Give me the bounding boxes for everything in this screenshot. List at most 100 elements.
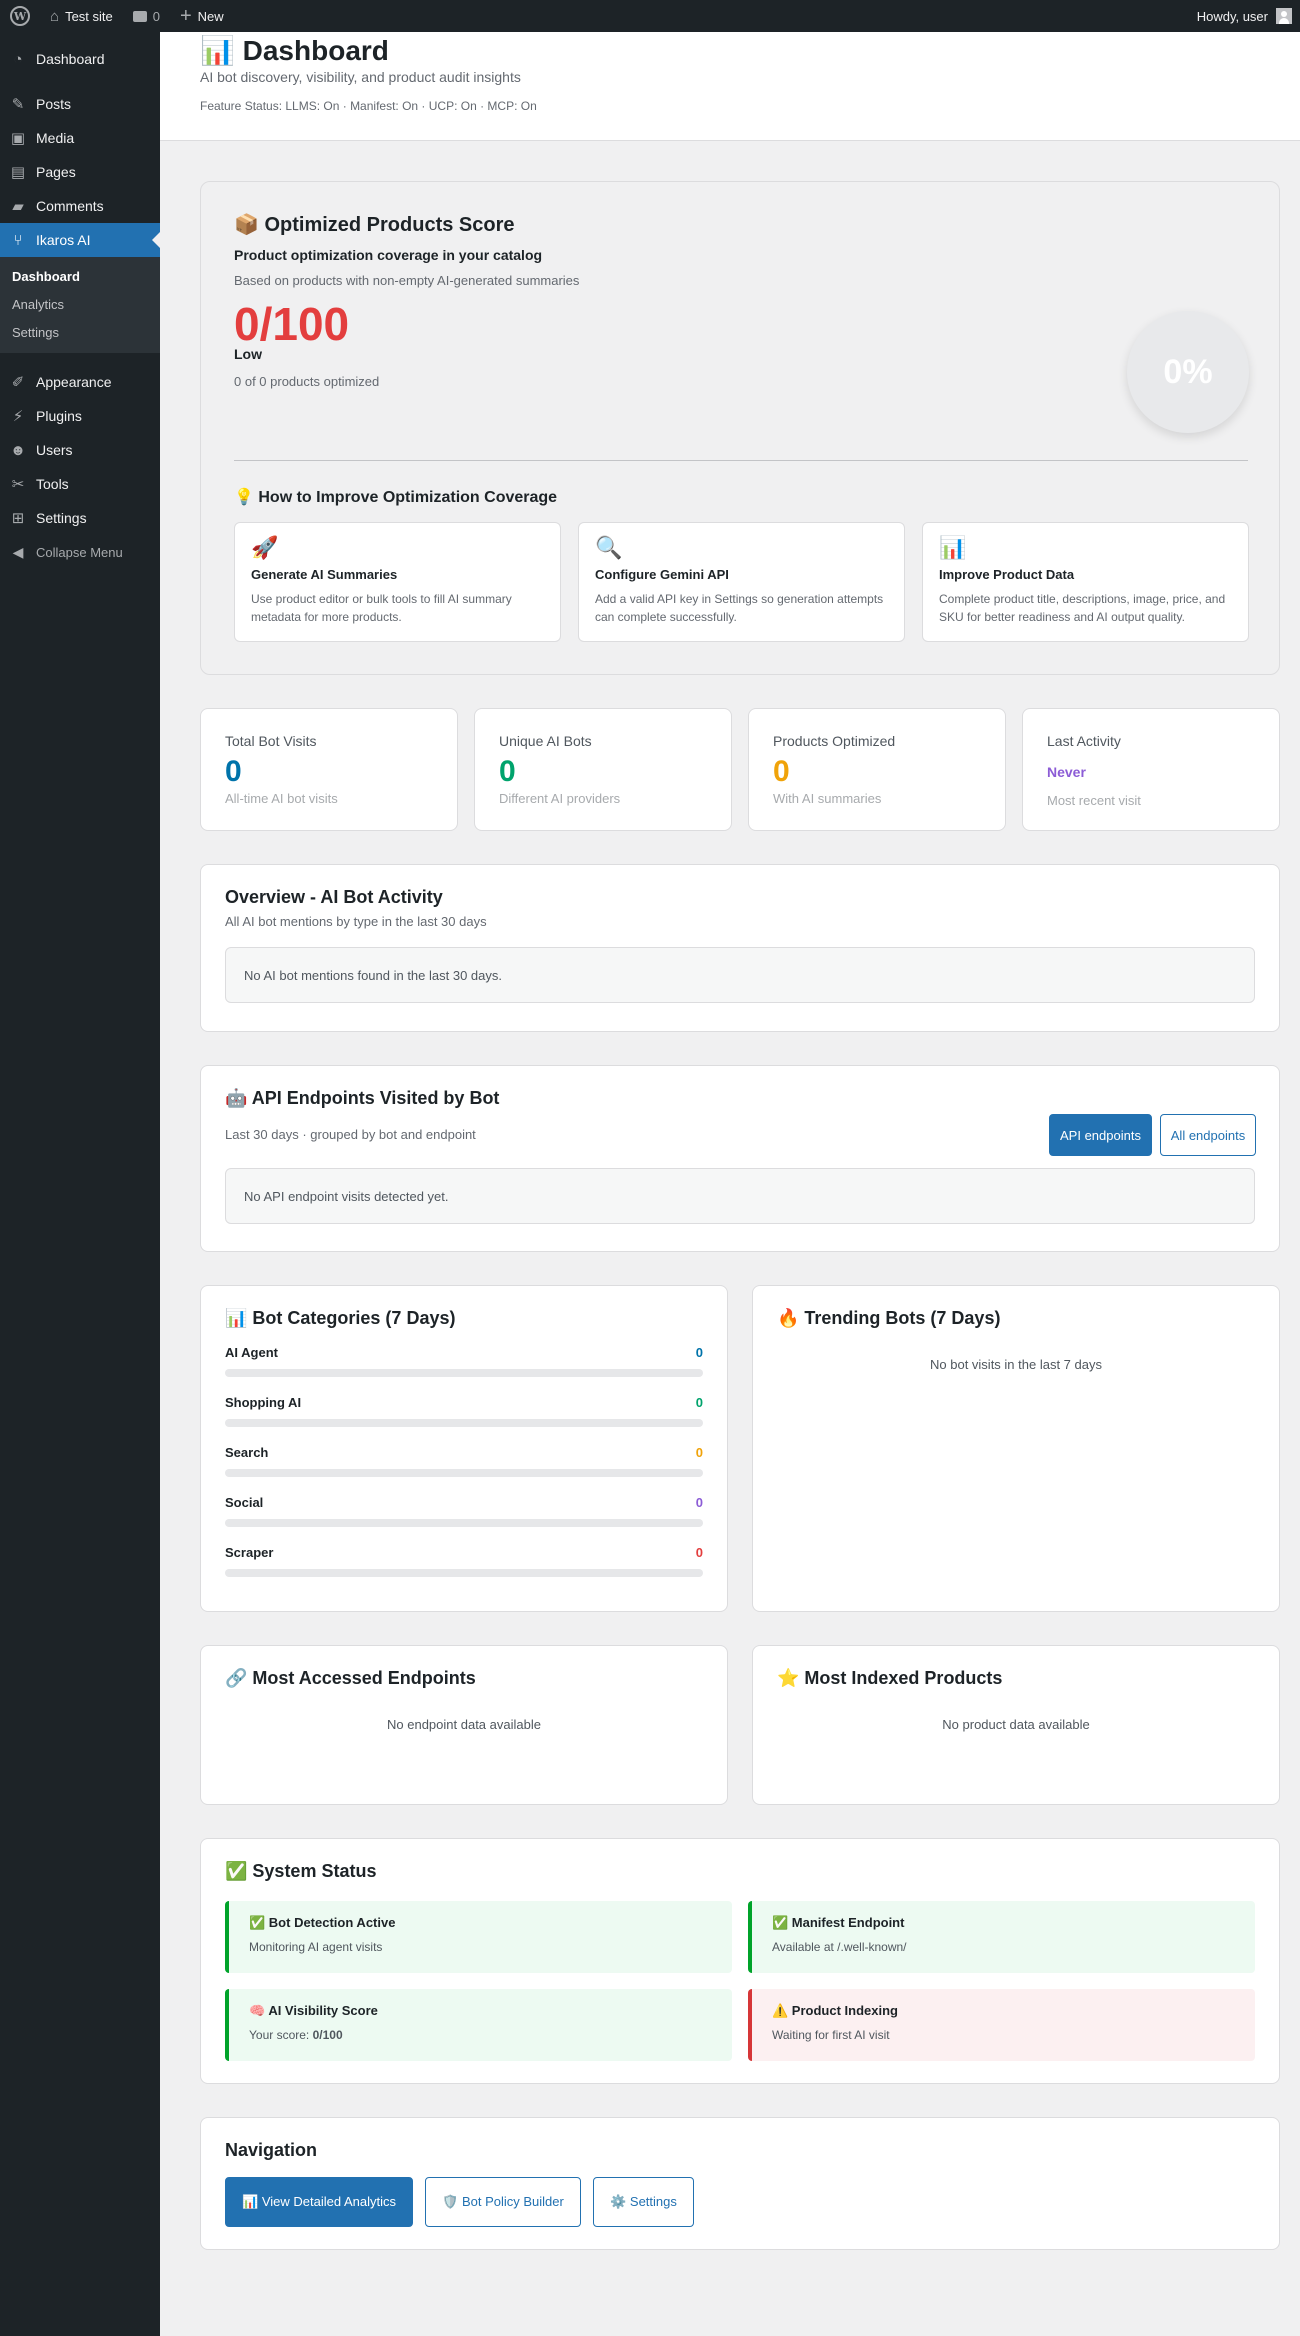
appearance-icon: ✐ xyxy=(11,374,25,391)
api-endpoints-title: 🤖 API Endpoints Visited by Bot xyxy=(225,1088,500,1108)
status-desc: Your score: 0/100 xyxy=(249,2028,712,2042)
category-bar xyxy=(225,1569,703,1577)
optimized-products-score-card: 📦 Optimized Products Score Product optim… xyxy=(200,181,1280,675)
sidebar-item-users[interactable]: ☻ Users xyxy=(0,433,160,467)
trending-bots-empty-state: No bot visits in the last 7 days xyxy=(930,1357,1102,1372)
comment-icon xyxy=(132,10,147,22)
most-indexed-products-card: ⭐ Most Indexed Products No product data … xyxy=(752,1645,1280,1805)
stat-value: 0 xyxy=(773,755,790,788)
status-title: ⚠️ Product Indexing xyxy=(772,2003,898,2018)
dashboard-icon: ◔ xyxy=(13,50,23,68)
new-content-link[interactable]: + New xyxy=(170,0,234,32)
media-icon: ▣ xyxy=(10,130,26,147)
ikaros-ai-icon: ⑂ xyxy=(13,231,23,249)
page-title: 📊 Dashboard xyxy=(200,35,389,66)
tools-icon: ✂ xyxy=(11,476,25,493)
category-row: Shopping AI 0 xyxy=(225,1395,703,1427)
page-header: 📊 Dashboard AI bot discovery, visibility… xyxy=(160,32,1300,141)
sidebar-item-label: Users xyxy=(36,442,73,458)
stat-value: 0 xyxy=(499,755,516,788)
all-endpoints-button[interactable]: All endpoints xyxy=(1160,1114,1256,1156)
collapse-menu-button[interactable]: ◀ Collapse Menu xyxy=(0,535,160,569)
score-level: Low xyxy=(234,346,262,362)
sidebar-item-label: Media xyxy=(36,130,75,146)
sidebar-item-label: Comments xyxy=(36,198,104,214)
user-account-menu[interactable]: Howdy, user xyxy=(1187,0,1300,32)
comments-count: 0 xyxy=(152,8,160,24)
chart-icon: 📊 xyxy=(939,535,967,560)
stat-desc: All-time AI bot visits xyxy=(225,791,338,806)
improve-title: 💡 How to Improve Optimization Coverage xyxy=(234,489,558,506)
stat-label: Unique AI Bots xyxy=(499,733,592,749)
admin-bar: W ⌂ Test site 0 + New Howdy, user xyxy=(0,0,1300,32)
sidebar-item-comments[interactable]: ▰ Comments xyxy=(0,189,160,223)
most-accessed-endpoints-card: 🔗 Most Accessed Endpoints No endpoint da… xyxy=(200,1645,728,1805)
system-status-card: ✅ System Status ✅ Bot Detection Active M… xyxy=(200,1838,1280,2084)
status-title: ✅ Bot Detection Active xyxy=(249,1915,396,1930)
api-endpoints-empty-state: No API endpoint visits detected yet. xyxy=(225,1168,1255,1224)
tip-card: 📊 Improve Product Data Complete product … xyxy=(922,522,1249,642)
category-bar xyxy=(225,1519,703,1527)
bot-categories-list: AI Agent 0 Shopping AI 0 Search 0 Social 0 S… xyxy=(225,1345,703,1577)
sidebar-item-pages[interactable]: ▤ Pages xyxy=(0,155,160,189)
sidebar-item-appearance[interactable]: ✐ Appearance xyxy=(0,365,160,399)
category-row: Search 0 xyxy=(225,1445,703,1477)
score-count: 0 of 0 products optimized xyxy=(234,374,380,389)
rocket-icon: 🚀 xyxy=(251,535,279,560)
settings-button[interactable]: ⚙️ Settings xyxy=(593,2177,694,2227)
status-desc: Available at /.well-known/ xyxy=(772,1940,907,1954)
divider xyxy=(234,460,1248,461)
new-label: New xyxy=(197,8,224,24)
tip-title: Generate AI Summaries xyxy=(251,567,398,582)
site-name-link[interactable]: ⌂ Test site xyxy=(40,0,123,32)
sidebar-item-label: Plugins xyxy=(36,408,82,424)
api-endpoints-button[interactable]: API endpoints xyxy=(1049,1114,1152,1156)
category-bar xyxy=(225,1419,703,1427)
category-bar xyxy=(225,1469,703,1477)
page-subtitle: AI bot discovery, visibility, and produc… xyxy=(200,69,521,85)
sidebar-item-tools[interactable]: ✂ Tools xyxy=(0,467,160,501)
submenu-item-settings[interactable]: Settings xyxy=(0,319,160,347)
status-desc: Waiting for first AI visit xyxy=(772,2028,890,2042)
most-indexed-empty-state: No product data available xyxy=(942,1717,1090,1732)
collapse-icon: ◀ xyxy=(12,543,24,560)
stat-value: Never xyxy=(1047,764,1086,780)
overview-card: Overview - AI Bot Activity All AI bot me… xyxy=(200,864,1280,1032)
sidebar-item-ikaros-ai[interactable]: ⑂ Ikaros AI xyxy=(0,223,160,257)
sidebar-item-posts[interactable]: ✎ Posts xyxy=(0,87,160,121)
tip-title: Configure Gemini API xyxy=(595,567,729,582)
tip-desc: Use product editor or bulk tools to fill… xyxy=(251,592,512,624)
sidebar-item-settings[interactable]: ⊞ Settings xyxy=(0,501,160,535)
overview-subtitle: All AI bot mentions by type in the last … xyxy=(225,914,487,929)
wordpress-icon: W xyxy=(10,6,30,26)
comments-link[interactable]: 0 xyxy=(123,0,170,32)
sidebar-item-plugins[interactable]: ⚡ Plugins xyxy=(0,399,160,433)
bot-policy-builder-button[interactable]: 🛡️ Bot Policy Builder xyxy=(425,2177,581,2227)
navigation-title: Navigation xyxy=(225,2140,318,2160)
stat-card-unique-ai-bots: Unique AI Bots 0 Different AI providers xyxy=(474,708,732,831)
overview-empty-state: No AI bot mentions found in the last 30 … xyxy=(225,947,1255,1003)
view-analytics-button[interactable]: 📊 View Detailed Analytics xyxy=(225,2177,413,2227)
overview-title: Overview - AI Bot Activity xyxy=(225,887,443,907)
submenu-item-analytics[interactable]: Analytics xyxy=(0,291,160,319)
stat-card-total-bot-visits: Total Bot Visits 0 All-time AI bot visit… xyxy=(200,708,458,831)
sidebar-item-dashboard[interactable]: ◔ Dashboard xyxy=(0,42,160,76)
sidebar-item-label: Pages xyxy=(36,164,76,180)
users-icon: ☻ xyxy=(10,441,26,459)
admin-sidebar: ◔ Dashboard ✎ Posts ▣ Media ▤ Pages ▰ Comment… xyxy=(0,32,160,2336)
sidebar-item-label: Settings xyxy=(36,510,87,526)
stat-card-last-activity: Last Activity Never Most recent visit xyxy=(1022,708,1280,831)
stat-label: Last Activity xyxy=(1047,733,1121,749)
howdy-text: Howdy, user xyxy=(1196,8,1268,24)
api-endpoints-card: 🤖 API Endpoints Visited by Bot Last 30 d… xyxy=(200,1065,1280,1252)
tip-card: 🚀 Generate AI Summaries Use product edit… xyxy=(234,522,561,642)
category-label: Social xyxy=(225,1495,264,1510)
category-label: Scraper xyxy=(225,1545,274,1560)
most-accessed-endpoints-title: 🔗 Most Accessed Endpoints xyxy=(225,1668,476,1688)
submenu-item-dashboard[interactable]: Dashboard xyxy=(0,263,160,291)
sidebar-item-media[interactable]: ▣ Media xyxy=(0,121,160,155)
status-item-product-indexing: ⚠️ Product Indexing Waiting for first AI… xyxy=(748,1989,1255,2061)
pin-icon: ✎ xyxy=(11,96,25,113)
stat-value: 0 xyxy=(225,755,242,788)
wordpress-logo-button[interactable]: W xyxy=(0,0,40,32)
